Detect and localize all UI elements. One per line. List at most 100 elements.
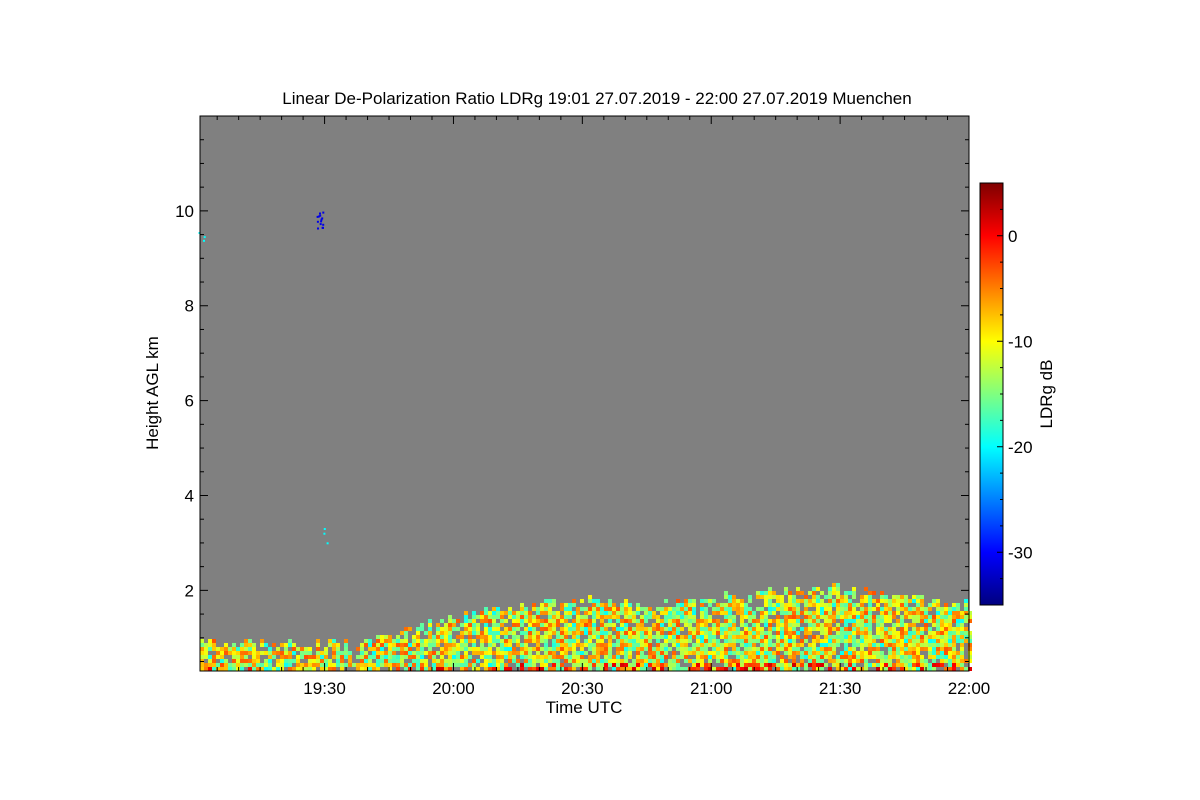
heatmap-cell [648,615,652,619]
heatmap-cell [780,631,784,635]
heatmap-cell [800,599,804,603]
heatmap-cell [792,655,796,659]
heatmap-cell [912,619,916,623]
heatmap-cell [288,655,292,659]
heatmap-cell [340,651,344,655]
heatmap-cell [480,631,484,635]
heatmap-cell [964,639,968,643]
heatmap-cell [572,639,576,643]
heatmap-cell [876,643,880,647]
heatmap-cell [544,619,548,623]
heatmap-feature [316,215,319,218]
heatmap-cell [360,667,364,671]
heatmap-cell [500,639,504,643]
heatmap-cell [896,619,900,623]
heatmap-cell [560,619,564,623]
heatmap-cell [556,647,560,651]
heatmap-cell [528,615,532,619]
heatmap-cell [200,647,204,651]
heatmap-cell [880,591,884,595]
heatmap-cell [768,659,772,663]
heatmap-cell [636,647,640,651]
heatmap-cell [632,631,636,635]
heatmap-cell [504,631,508,635]
heatmap-cell [824,655,828,659]
heatmap-cell [856,615,860,619]
heatmap-cell [900,643,904,647]
heatmap-cell [840,607,844,611]
heatmap-cell [844,623,848,627]
heatmap-cell [504,635,508,639]
heatmap-cell [828,655,832,659]
heatmap-cell [920,663,924,667]
heatmap-cell [816,639,820,643]
heatmap-cell [424,643,428,647]
heatmap-cell [248,643,252,647]
heatmap-cell [600,651,604,655]
heatmap-cell [804,631,808,635]
heatmap-cell [316,643,320,647]
heatmap-cell [752,663,756,667]
heatmap-cell [212,639,216,643]
chart-title: Linear De-Polarization Ratio LDRg 19:01 … [282,89,911,108]
heatmap-cell [680,611,684,615]
heatmap-cell [672,623,676,627]
heatmap-cell [856,655,860,659]
heatmap-cell [536,651,540,655]
heatmap-cell [760,627,764,631]
heatmap-cell [956,611,960,615]
heatmap-cell [696,627,700,631]
heatmap-cell [788,651,792,655]
heatmap-cell [832,603,836,607]
heatmap-cell [560,663,564,667]
heatmap-cell [324,659,328,663]
heatmap-cell [648,655,652,659]
heatmap-cell [748,631,752,635]
heatmap-cell [948,663,952,667]
heatmap-cell [732,631,736,635]
heatmap-cell [688,651,692,655]
heatmap-cell [488,659,492,663]
heatmap-cell [480,611,484,615]
heatmap-cell [840,631,844,635]
heatmap-cell [588,595,592,599]
heatmap-cell [940,615,944,619]
heatmap-cell [880,611,884,615]
heatmap-cell [668,663,672,667]
heatmap-cell [724,651,728,655]
heatmap-cell [864,615,868,619]
heatmap-cell [272,655,276,659]
heatmap-cell [564,611,568,615]
heatmap-cell [644,663,648,667]
heatmap-cell [860,615,864,619]
heatmap-cell [456,659,460,663]
heatmap-cell [852,639,856,643]
heatmap-cell [416,651,420,655]
heatmap-cell [924,643,928,647]
heatmap-cell [236,651,240,655]
heatmap-cell [560,643,564,647]
heatmap-cell [656,647,660,651]
heatmap-cell [684,659,688,663]
heatmap-cell [692,643,696,647]
heatmap-cell [708,639,712,643]
heatmap-cell [736,639,740,643]
heatmap-cell [212,667,216,671]
heatmap-cell [644,619,648,623]
heatmap-cell [632,611,636,615]
heatmap-cell [944,627,948,631]
heatmap-cell [348,663,352,667]
heatmap-cell [752,651,756,655]
heatmap-cell [536,615,540,619]
heatmap-cell [316,663,320,667]
heatmap-cell [464,627,468,631]
heatmap-cell [656,635,660,639]
heatmap-cell [560,639,564,643]
heatmap-cell [780,619,784,623]
heatmap-cell [508,647,512,651]
heatmap-cell [848,615,852,619]
heatmap-cell [916,655,920,659]
heatmap-cell [668,659,672,663]
heatmap-cell [452,663,456,667]
heatmap-cell [604,651,608,655]
